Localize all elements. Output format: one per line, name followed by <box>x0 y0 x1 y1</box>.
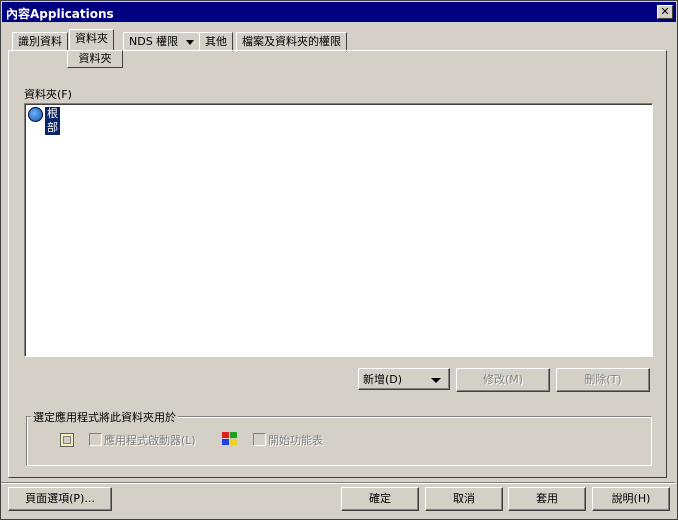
chevron-down-icon[interactable] <box>186 40 195 45</box>
add-button-label: 新增(D) <box>363 373 403 386</box>
start-menu-icon <box>222 432 238 446</box>
globe-icon <box>28 107 43 122</box>
window-title: 內容Applications <box>6 7 114 21</box>
apply-group-legend: 選定應用程式將此資料夾用於 <box>31 409 178 425</box>
ok-button[interactable]: 確定 <box>341 487 419 511</box>
folder-list-label: 資料夾(F) <box>24 88 72 101</box>
help-button[interactable]: 說明(H) <box>592 487 670 511</box>
cancel-button[interactable]: 取消 <box>425 487 503 511</box>
page-options-button[interactable]: 頁面選項(P)... <box>8 487 112 511</box>
application-launcher-icon <box>60 433 74 447</box>
tab-label: 其他 <box>205 35 227 48</box>
tree-item-label: 根部 <box>45 107 60 135</box>
tab-label: 資料夾 <box>75 32 108 45</box>
folder-tree[interactable]: 根部 <box>24 103 653 357</box>
tab-file-folder-rights[interactable]: 檔案及資料夾的權限 <box>236 32 347 52</box>
start-menu-option-label: 開始功能表 <box>268 434 323 447</box>
tab-identification[interactable]: 識別資料 <box>12 32 68 52</box>
tab-label: NDS 權限 <box>129 35 179 48</box>
launcher-checkbox[interactable] <box>89 433 102 446</box>
close-button[interactable]: ✕ <box>657 5 673 19</box>
tab-nds-rights[interactable]: NDS 權限 <box>123 32 202 52</box>
tab-label: 識別資料 <box>18 35 62 48</box>
launcher-option-label: 應用程式啟動器(L) <box>104 434 196 447</box>
title-bar: 內容Applications ✕ <box>2 2 676 22</box>
start-menu-checkbox[interactable] <box>253 433 266 446</box>
footer-divider <box>1 482 675 484</box>
modify-button[interactable]: 修改(M) <box>456 368 550 392</box>
tab-other[interactable]: 其他 <box>199 32 233 52</box>
subtab-folders[interactable]: 資料夾 <box>67 50 123 68</box>
apply-button[interactable]: 套用 <box>508 487 586 511</box>
delete-button[interactable]: 刪除(T) <box>556 368 650 392</box>
add-dropdown-button[interactable]: 新增(D) <box>358 368 450 390</box>
dropdown-arrow-icon <box>431 378 441 383</box>
tab-label: 檔案及資料夾的權限 <box>242 35 341 48</box>
